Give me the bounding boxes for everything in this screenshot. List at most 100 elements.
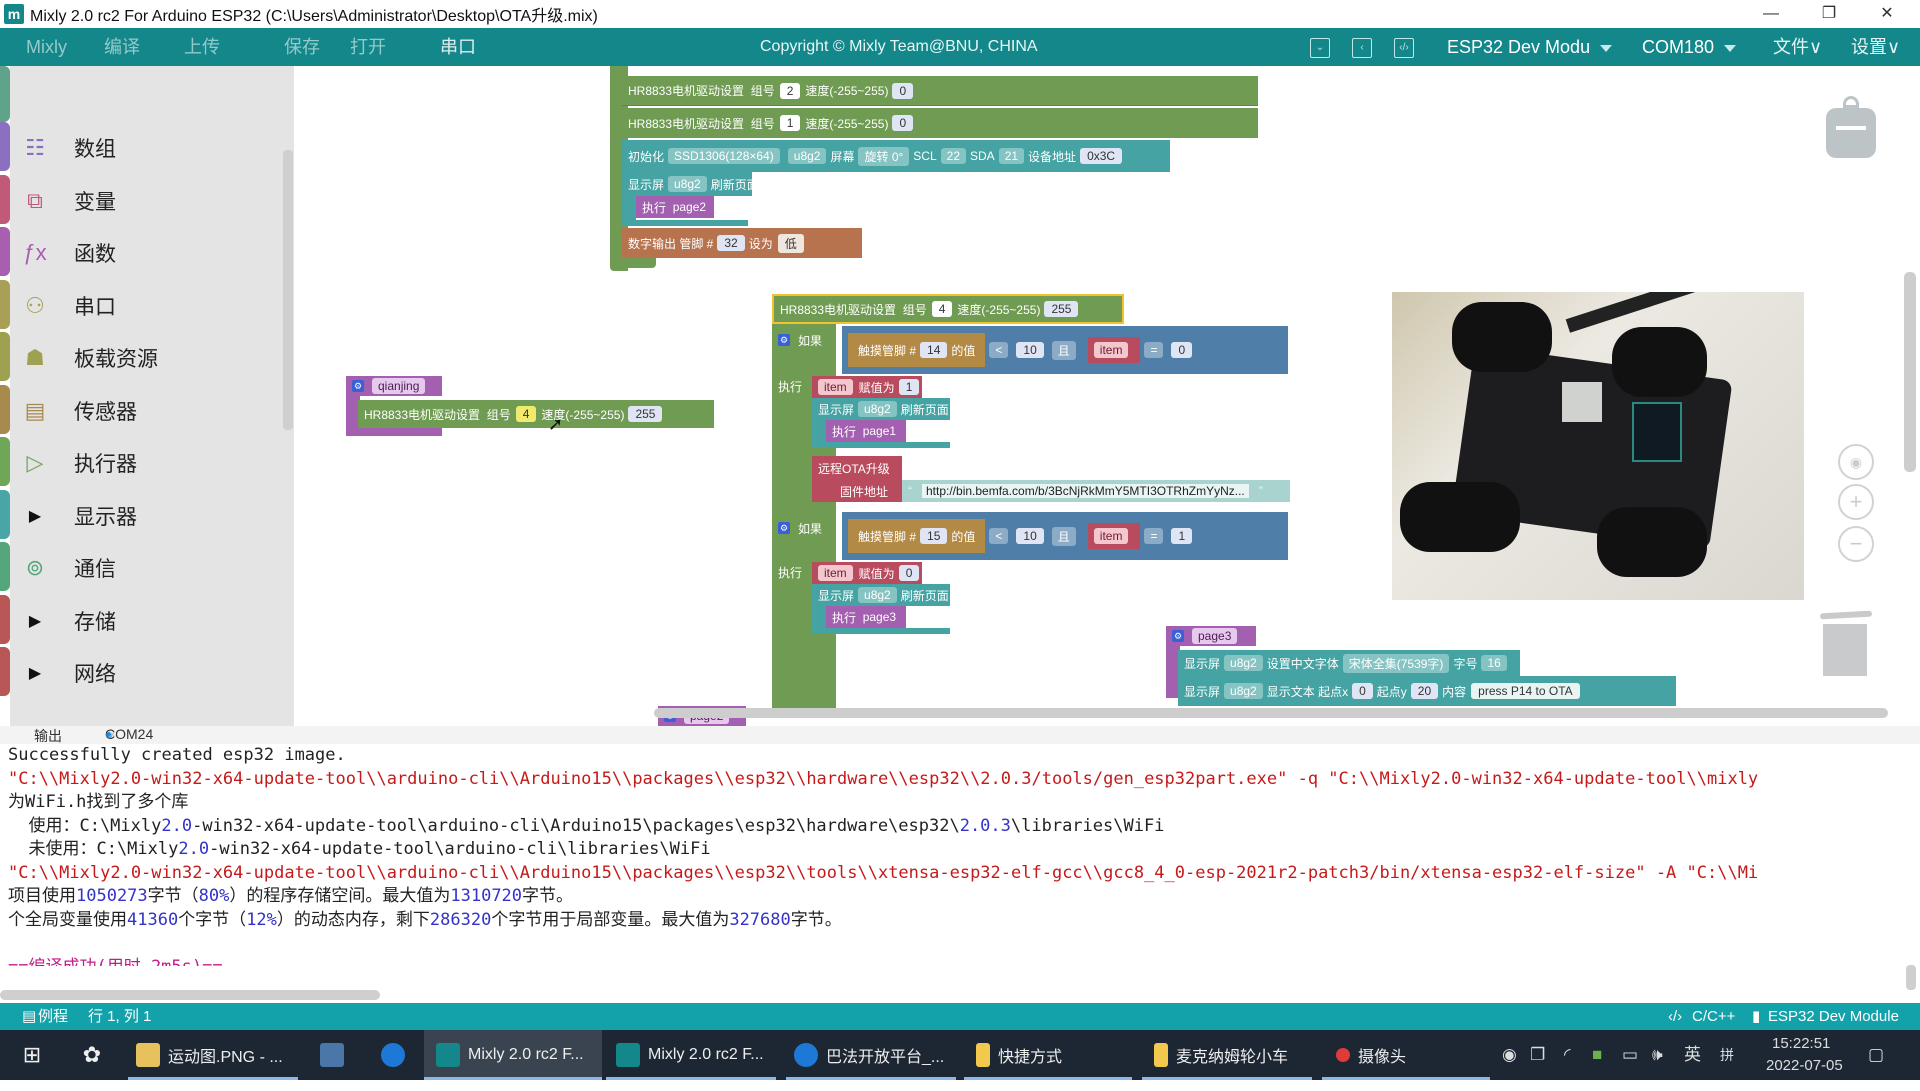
- block-motor-4-selected[interactable]: HR8833电机驱动设置 组号 4 速度(-255~255) 255: [772, 294, 1124, 324]
- x-field[interactable]: 0: [1352, 683, 1373, 699]
- block-touch-read[interactable]: 触摸管脚 # 14 的值: [848, 333, 986, 367]
- block-display-init[interactable]: 初始化 SSD1306(128×64) u8g2 屏幕 旋转 0° SCL 22…: [622, 140, 1170, 172]
- block-exec-page1[interactable]: 执行 page1: [826, 420, 906, 442]
- sda-dropdown[interactable]: 21: [998, 148, 1025, 164]
- compare-op-dropdown[interactable]: =: [1144, 528, 1164, 544]
- workspace-horizontal-scrollbar[interactable]: [654, 708, 1888, 718]
- sidebar-item-7[interactable]: ▶ 显示器: [10, 490, 290, 542]
- tab-output[interactable]: 输出: [34, 726, 62, 746]
- block-digital-write[interactable]: 数字输出 管脚 # 32 设为 低: [622, 228, 862, 258]
- zoom-in-icon[interactable]: +: [1838, 484, 1874, 520]
- trash-icon[interactable]: [1819, 610, 1873, 678]
- speed-field[interactable]: 0: [892, 82, 914, 99]
- volume-icon[interactable]: 🕪: [1652, 1030, 1663, 1080]
- group-field[interactable]: 2: [779, 82, 801, 99]
- gear-icon[interactable]: ⚙: [778, 522, 790, 534]
- procedure-name[interactable]: page3: [1192, 628, 1238, 644]
- block-if-1-header[interactable]: ⚙ 如果: [778, 330, 834, 350]
- group-field[interactable]: 4: [931, 301, 953, 317]
- compare-value-field[interactable]: 0: [1171, 342, 1193, 358]
- block-exec-page3[interactable]: 执行 page3: [826, 606, 906, 628]
- tray-window-icon[interactable]: ❐: [1530, 1030, 1545, 1080]
- display-model-dropdown[interactable]: SSD1306(128×64): [668, 148, 780, 164]
- block-var-get[interactable]: item: [1087, 523, 1141, 549]
- block-set-font[interactable]: 显示屏 u8g2 设置中文字体 宋体全集(7539字) 字号 16: [1178, 650, 1520, 676]
- notification-icon[interactable]: ▢: [1868, 1030, 1884, 1080]
- board-select[interactable]: ESP32 Dev Modu: [1447, 28, 1613, 66]
- battery-icon[interactable]: ▭: [1622, 1030, 1638, 1080]
- block-var-get[interactable]: item: [1087, 337, 1141, 363]
- panel-bottom-icon[interactable]: ⌄: [1310, 38, 1330, 58]
- firmware-url-field[interactable]: http://bin.bemfa.com/b/3BcNjRkMmY5MTI3OT…: [922, 484, 1249, 498]
- logic-op-dropdown[interactable]: 且: [1051, 526, 1076, 546]
- display-var-field[interactable]: u8g2: [668, 176, 707, 192]
- font-dropdown[interactable]: 宋体全集(7539字): [1342, 653, 1450, 673]
- compare-op-dropdown[interactable]: <: [989, 342, 1009, 358]
- pinned-app-icon[interactable]: ✿: [76, 1030, 108, 1080]
- block-condition-and-2[interactable]: 触摸管脚 # 15 的值 < 10 且 item = 1: [842, 512, 1288, 560]
- logic-op-dropdown[interactable]: 且: [1051, 340, 1076, 360]
- minimize-button[interactable]: —: [1742, 0, 1800, 28]
- procedure-page3[interactable]: ⚙ page3: [1166, 626, 1256, 646]
- threshold-field[interactable]: 10: [1016, 528, 1044, 544]
- block-draw-text[interactable]: 显示屏 u8g2 显示文本 起点x 0 起点y 20 内容 press P14 t…: [1178, 676, 1676, 706]
- backpack-icon[interactable]: [1826, 96, 1876, 158]
- windows-start-icon[interactable]: ⊞: [16, 1030, 48, 1080]
- taskbar-item-mecanum[interactable]: 麦克纳姆轮小车: [1142, 1030, 1312, 1080]
- block-touch-read[interactable]: 触摸管脚 # 15 的值: [848, 519, 986, 553]
- value-field[interactable]: 1: [898, 379, 920, 395]
- taskbar-item-bemfa[interactable]: 巴法开放平台_...: [786, 1030, 956, 1080]
- example-label[interactable]: 例程: [38, 1003, 68, 1030]
- nav-save[interactable]: 保存: [284, 28, 320, 66]
- tray-app-icon[interactable]: ◉: [1502, 1030, 1517, 1080]
- sidebar-item-2[interactable]: ƒx 函数: [10, 227, 290, 279]
- group-field[interactable]: 1: [779, 115, 801, 131]
- output-console[interactable]: Successfully created esp32 image. "C:\\Mi…: [0, 744, 1920, 966]
- close-button[interactable]: ✕: [1858, 0, 1916, 28]
- file-menu[interactable]: 文件∨: [1773, 28, 1822, 66]
- sidebar-item-5[interactable]: ▤ 传感器: [10, 385, 290, 437]
- zoom-out-icon[interactable]: −: [1838, 526, 1874, 562]
- level-dropdown[interactable]: 低: [777, 233, 804, 253]
- sidebar-item-1[interactable]: ⧉ 变量: [10, 175, 290, 227]
- output-vertical-scrollbar[interactable]: [1906, 965, 1916, 990]
- block-condition-and[interactable]: 触摸管脚 # 14 的值 < 10 且 item = 0: [842, 326, 1288, 374]
- blockly-workspace[interactable]: HR8833电机驱动设置 组号 2 速度(-255~255) 0 HR8833电…: [294, 66, 1920, 726]
- nav-compile[interactable]: 编译: [104, 28, 140, 66]
- nav-open[interactable]: 打开: [350, 28, 386, 66]
- address-field[interactable]: 0x3C: [1080, 148, 1123, 164]
- text-content-field[interactable]: press P14 to OTA: [1471, 683, 1580, 699]
- browser-icon[interactable]: [376, 1030, 410, 1080]
- block-motor-2[interactable]: HR8833电机驱动设置 组号 2 速度(-255~255) 0: [622, 76, 1258, 106]
- variable-name[interactable]: item: [818, 565, 853, 581]
- group-field-hovered[interactable]: 4: [515, 406, 537, 422]
- calculator-icon[interactable]: [318, 1030, 346, 1080]
- speed-field[interactable]: 255: [628, 406, 663, 422]
- input-language[interactable]: 英: [1684, 1030, 1701, 1080]
- gear-icon[interactable]: ⚙: [352, 380, 364, 392]
- taskbar-item-camera[interactable]: 摄像头: [1322, 1030, 1490, 1080]
- block-assign-item-0[interactable]: item 赋值为 0: [812, 562, 922, 584]
- nav-serial[interactable]: 串口: [440, 28, 476, 66]
- close-tab-icon[interactable]: ×: [108, 726, 116, 742]
- display-var-field[interactable]: u8g2: [858, 401, 897, 417]
- recenter-icon[interactable]: ◉: [1838, 444, 1874, 480]
- block-display-refresh[interactable]: 显示屏 u8g2 刷新页面: [622, 172, 759, 196]
- gear-icon[interactable]: ⚙: [778, 334, 790, 346]
- threshold-field[interactable]: 10: [1016, 342, 1044, 358]
- display-var-field[interactable]: u8g2: [858, 587, 897, 603]
- pin-field[interactable]: 32: [717, 235, 745, 251]
- nvidia-icon[interactable]: ■: [1592, 1030, 1602, 1080]
- nav-upload[interactable]: 上传: [184, 28, 220, 66]
- string-literal-block[interactable]: “http://bin.bemfa.com/b/3BcNjRkMmY5MTI3O…: [902, 480, 1290, 502]
- pin-field[interactable]: 14: [920, 342, 948, 358]
- compare-op-dropdown[interactable]: <: [989, 528, 1009, 544]
- taskbar-item-mixly-1[interactable]: Mixly 2.0 rc2 F...: [424, 1030, 602, 1080]
- wifi-icon[interactable]: ◜: [1564, 1030, 1571, 1080]
- code-icon[interactable]: ‹/›: [1394, 38, 1414, 58]
- taskbar-item-mixly-2[interactable]: Mixly 2.0 rc2 F...: [606, 1030, 776, 1080]
- sidebar-item-0[interactable]: ☷ 数组: [10, 122, 290, 174]
- block-remote-ota[interactable]: 远程OTA升级 固件地址: [812, 456, 902, 502]
- sidebar-item-8[interactable]: ⊚ 通信: [10, 542, 290, 594]
- scl-dropdown[interactable]: 22: [940, 148, 966, 164]
